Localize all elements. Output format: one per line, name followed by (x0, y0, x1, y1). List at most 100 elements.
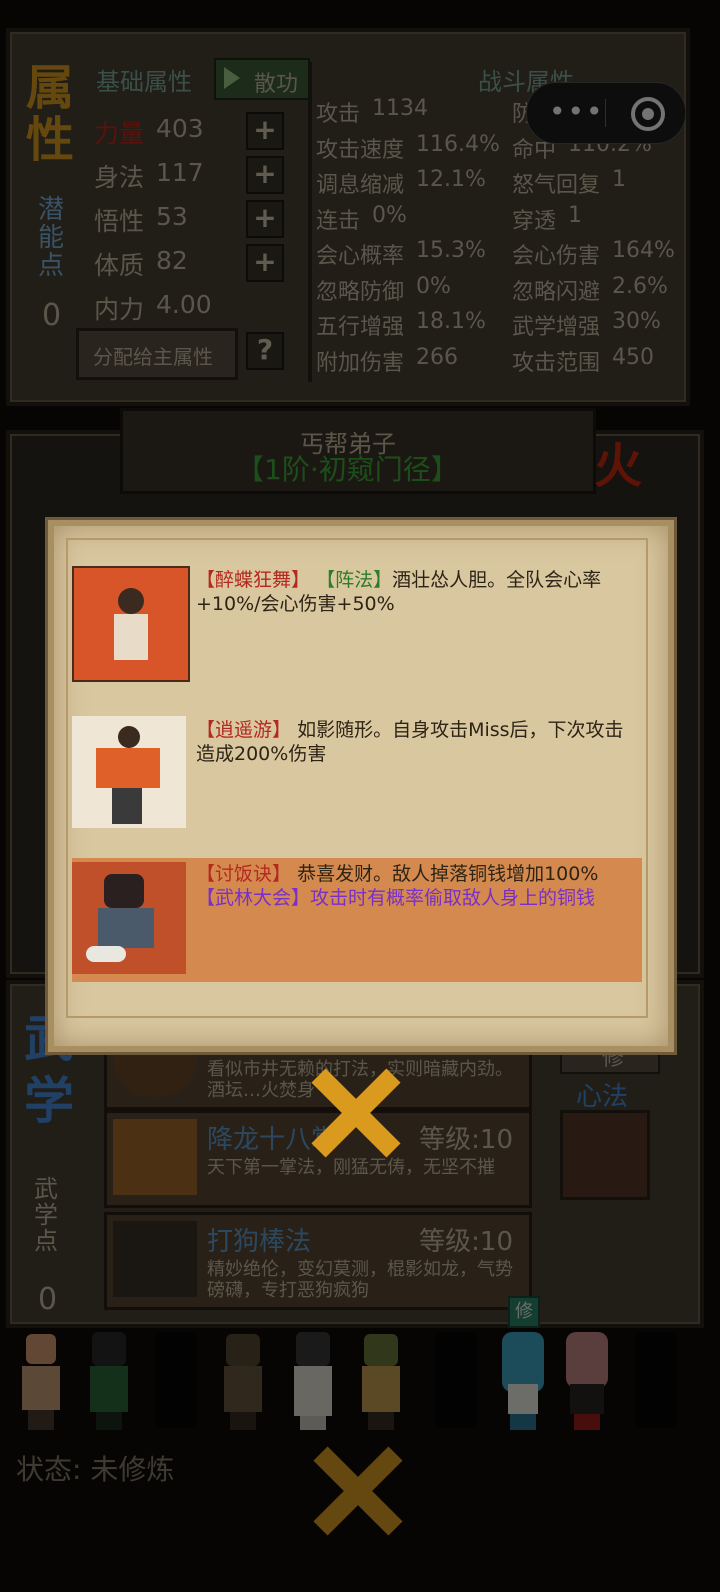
party-member-blue[interactable] (494, 1328, 552, 1432)
party-member-swordsman[interactable] (214, 1328, 272, 1432)
base-stat-value: 53 (156, 202, 188, 231)
battle-stat-name: 穿透 (512, 208, 557, 234)
battle-stat-value: 15.3% (416, 238, 486, 263)
allocate-button-label: 分配给主属性 (93, 345, 213, 369)
add-point-button[interactable]: + (246, 156, 284, 194)
party-member-beggar[interactable] (352, 1328, 410, 1432)
cultivating-badge: 修 (508, 1296, 540, 1328)
popup-entry: 【逍遥游】 如影随形。自身攻击Miss后，下次攻击造成200%伤害 (72, 716, 642, 832)
party-member-silhouette (146, 1328, 204, 1432)
add-point-button[interactable]: + (246, 244, 284, 282)
popup-entry-text: 【逍遥游】 如影随形。自身攻击Miss后，下次攻击造成200%伤害 (196, 718, 636, 766)
capsule-menu[interactable]: ••• (526, 82, 686, 144)
heart-method-slot[interactable] (560, 1110, 650, 1200)
free-roam-icon (72, 716, 186, 828)
party-member-monk[interactable] (12, 1328, 70, 1432)
party-member-pink[interactable] (558, 1328, 616, 1432)
add-point-button[interactable]: + (246, 112, 284, 150)
close-x-icon[interactable] (310, 1444, 404, 1538)
battle-stat-name: 会心伤害 (512, 244, 601, 269)
skill-name: 【醉蝶狂舞】 (196, 569, 311, 591)
base-stat-value: 117 (156, 158, 204, 187)
begging-art-icon (72, 862, 186, 974)
status-text: 状态: 未修炼 (16, 1453, 175, 1486)
battle-stat-value: 0% (416, 273, 451, 299)
battle-stat-value: 266 (416, 344, 458, 370)
battle-stat-name: 调息缩减 (316, 173, 405, 198)
skill-name: 【逍遥游】 (196, 719, 292, 741)
battle-stat-value: 116.4% (416, 131, 500, 157)
battle-stat-name: 怒气回复 (512, 173, 601, 198)
battle-stat-name: 攻击 (316, 102, 361, 127)
disperse-button-label: 散功 (254, 72, 299, 97)
battle-stat-value: 12.1% (416, 167, 486, 192)
battle-stat-name: 附加伤害 (316, 350, 405, 376)
popup-entry: 【醉蝶狂舞】 【阵法】酒壮怂人胆。全队会心率+10%/会心伤害+50% (72, 566, 642, 682)
skill-desc: 天下第一掌法，刚猛无俦，无坚不摧 (207, 1157, 495, 1178)
martial-points: 0 (38, 1282, 58, 1317)
popup-entry-highlighted: 【讨饭诀】 恭喜发财。敌人掉落铜钱增加100% 【武林大会】攻击时有概率偷取敌人… (72, 858, 642, 982)
base-stat-name: 内力 (94, 295, 145, 324)
disperse-button[interactable]: 散功 (214, 58, 310, 100)
dragon-palm-icon (113, 1119, 197, 1195)
skill-level: 等级:10 (419, 1125, 513, 1155)
battle-stat-value: 2.6% (612, 273, 668, 299)
character-rank: 【1阶·初窥门径】 (236, 453, 459, 486)
heart-method-label: 心法 (576, 1082, 629, 1112)
attributes-divider (308, 62, 312, 382)
base-stat-value: 82 (156, 246, 188, 275)
play-icon (224, 67, 240, 89)
battle-stat-name: 忽略闪避 (512, 279, 601, 305)
battle-stat-value: 164% (612, 238, 675, 263)
base-stat-name: 力量 (94, 119, 145, 148)
battle-stat-name: 武学增强 (512, 315, 601, 340)
battle-stat-name: 攻击速度 (316, 137, 405, 163)
party-member-silhouette (626, 1328, 684, 1432)
skill-card[interactable]: 打狗棒法 等级:10 精妙绝伦，变幻莫测，棍影如龙，气势磅礴，专打恶狗疯狗 (104, 1212, 532, 1310)
base-attributes-title: 基础属性 (96, 68, 192, 96)
party-member-white[interactable] (284, 1328, 342, 1432)
battle-stat-name: 连击 (316, 208, 361, 234)
skill-bonus: 【武林大会】攻击时有概率偷取敌人身上的铜钱 (196, 887, 596, 909)
base-stat-name: 悟性 (94, 207, 145, 236)
battle-stat-value: 30% (612, 309, 661, 334)
capsule-divider (605, 99, 606, 127)
skill-desc: 精妙绝伦，变幻莫测，棍影如龙，气势磅礴，专打恶狗疯狗 (207, 1259, 513, 1301)
battle-stat-name: 会心概率 (316, 244, 405, 269)
party-member-silhouette (426, 1328, 484, 1432)
attributes-title: 属性 (26, 60, 75, 168)
base-stat-name: 身法 (94, 163, 145, 192)
battle-stat-value: 1134 (372, 96, 428, 121)
more-icon[interactable]: ••• (549, 98, 605, 126)
skill-name: 【讨饭诀】 (196, 863, 292, 885)
skill-level: 等级:10 (419, 1227, 513, 1257)
potential-label: 潜能点 (38, 195, 65, 281)
popup-entry-text: 【醉蝶狂舞】 【阵法】酒壮怂人胆。全队会心率+10%/会心伤害+50% (196, 568, 636, 616)
close-x-icon[interactable] (308, 1066, 402, 1160)
battle-stat-value: 450 (612, 344, 654, 370)
base-stat-value: 4.00 (156, 290, 212, 319)
party-member-green[interactable] (80, 1328, 138, 1432)
battle-stat-value: 0% (372, 202, 407, 228)
base-stat-value: 403 (156, 114, 204, 143)
battle-stat-name: 五行增强 (316, 315, 405, 340)
popup-entry-text: 【讨饭诀】 恭喜发财。敌人掉落铜钱增加100% 【武林大会】攻击时有概率偷取敌人… (196, 862, 636, 910)
battle-stat-name: 攻击范围 (512, 350, 601, 376)
element-badge: 火 (594, 438, 643, 494)
help-button[interactable]: ? (246, 332, 284, 370)
close-target-icon[interactable] (631, 97, 665, 131)
martial-points-label: 武学点 (34, 1175, 58, 1255)
skill-name: 打狗棒法 (207, 1227, 312, 1257)
add-point-button[interactable]: + (246, 200, 284, 238)
skill-info-popup: 【醉蝶狂舞】 【阵法】酒壮怂人胆。全队会心率+10%/会心伤害+50% 【逍遥游… (48, 520, 674, 1052)
allocate-button[interactable]: 分配给主属性 (76, 328, 238, 380)
base-stat-name: 体质 (94, 251, 145, 280)
butterfly-dance-icon (72, 566, 190, 682)
battle-stat-value: 1 (568, 202, 582, 228)
skill-tag: 【阵法】 (316, 569, 393, 591)
battle-stat-value: 18.1% (416, 309, 486, 334)
battle-stat-name: 忽略防御 (316, 279, 405, 305)
potential-points: 0 (42, 298, 62, 333)
skill-effect: 恭喜发财。敌人掉落铜钱增加100% (297, 863, 599, 885)
dog-stick-icon (113, 1221, 197, 1297)
